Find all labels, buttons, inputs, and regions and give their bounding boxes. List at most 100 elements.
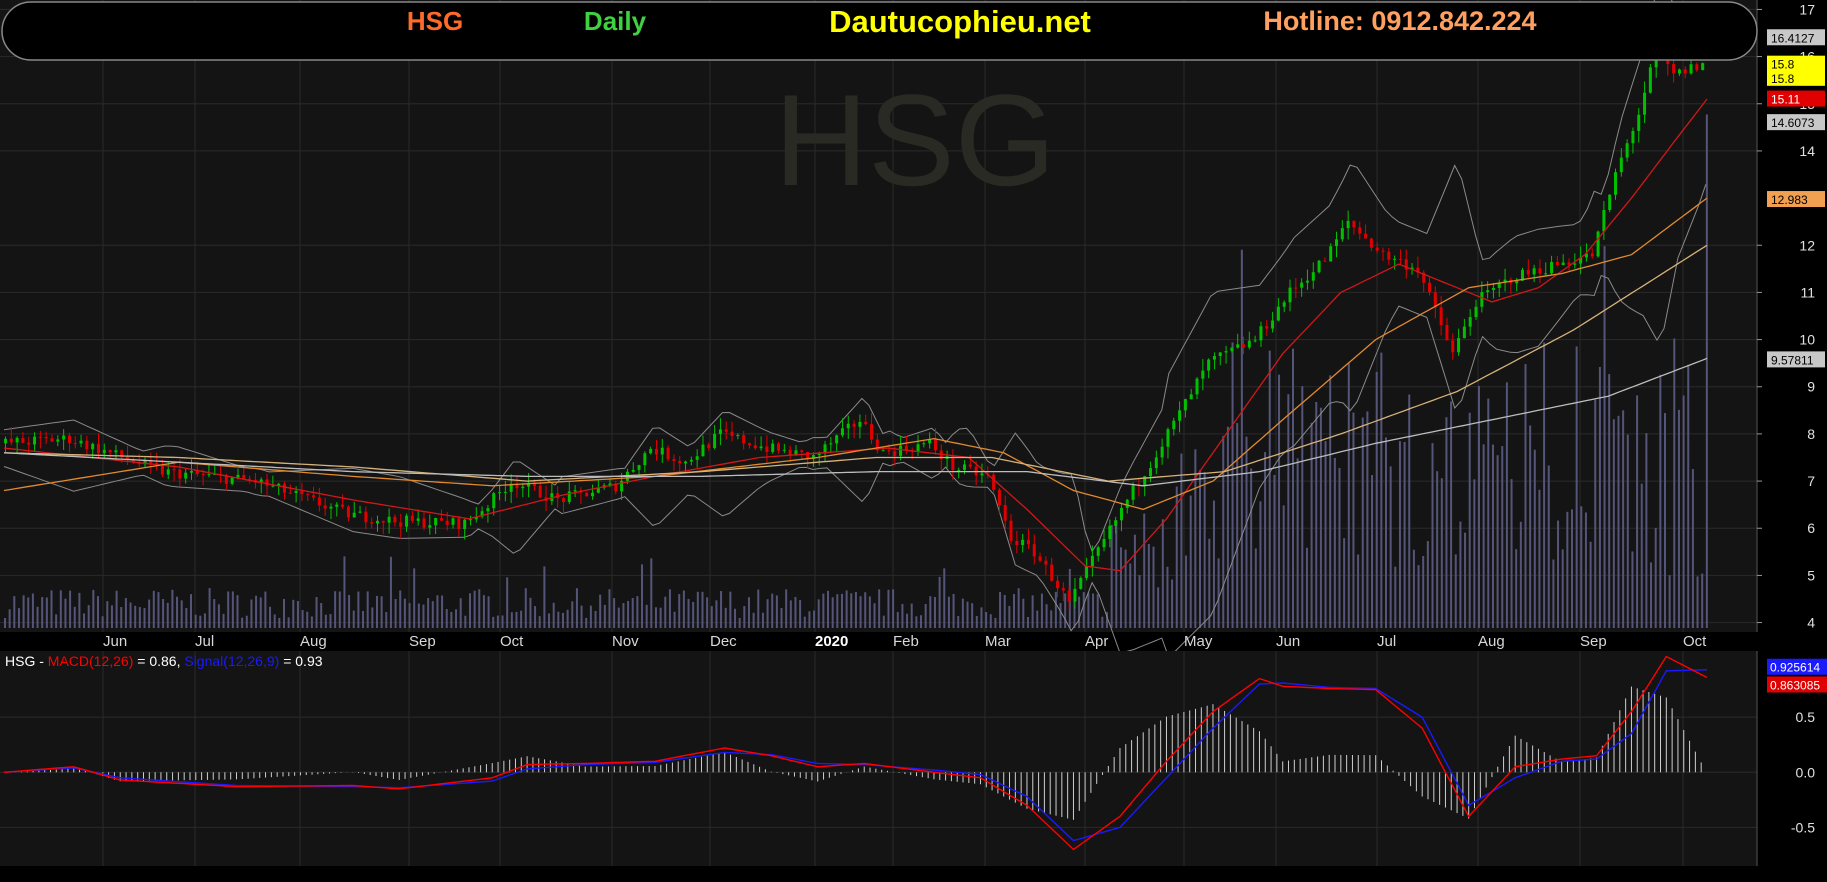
- candle-body: [1201, 370, 1205, 379]
- volume-bar: [1552, 559, 1555, 628]
- candle-body: [1631, 130, 1635, 144]
- volume-bar: [273, 614, 276, 628]
- candle-body: [44, 437, 48, 439]
- volume-bar: [827, 590, 830, 628]
- volume-bar: [534, 606, 537, 628]
- x-axis-label: Sep: [409, 633, 436, 650]
- candle-body: [195, 470, 199, 475]
- volume-bar: [83, 613, 86, 628]
- candle-body: [370, 522, 374, 524]
- volume-bar: [747, 597, 750, 628]
- volume-bar: [552, 602, 555, 628]
- volume-bar: [548, 613, 551, 628]
- candle-body: [806, 451, 810, 459]
- volume-bar: [817, 599, 820, 628]
- candle-body: [765, 446, 769, 452]
- candle-body: [172, 469, 176, 471]
- volume-bar: [975, 616, 978, 628]
- volume-bar: [264, 591, 267, 628]
- stock-chart: HSG4567891011121415161716.412715.815.815…: [0, 0, 1827, 882]
- volume-bar: [808, 611, 811, 628]
- volume-bar: [840, 593, 843, 628]
- candle-body: [451, 518, 455, 525]
- volume-bar: [1347, 363, 1350, 628]
- volume-bar: [348, 595, 351, 628]
- volume-bar: [1482, 444, 1485, 628]
- price-tick-label: 14: [1799, 143, 1815, 159]
- volume-bar: [1361, 417, 1364, 628]
- x-axis-label: 2020: [815, 633, 848, 650]
- candle-body: [1218, 352, 1222, 357]
- candle-body: [236, 474, 240, 478]
- candle-body: [585, 492, 589, 497]
- volume-bar: [1394, 566, 1397, 628]
- volume-bar: [357, 591, 360, 628]
- candle-body: [323, 505, 327, 509]
- volume-bar: [1603, 246, 1606, 628]
- candle-body: [434, 518, 438, 526]
- candle-body: [166, 469, 170, 475]
- volume-bar: [854, 592, 857, 628]
- volume-bar: [1654, 527, 1657, 628]
- volume-bar: [999, 591, 1002, 628]
- macd-legend-part: = 0.86,: [133, 653, 184, 669]
- volume-bar: [608, 589, 611, 628]
- candle-body: [1683, 69, 1687, 74]
- volume-bar: [720, 591, 723, 628]
- volume-bar: [1459, 521, 1462, 628]
- volume-bar: [743, 606, 746, 628]
- volume-bar: [947, 596, 950, 628]
- volume-bar: [1087, 592, 1090, 628]
- candle-body: [759, 446, 763, 449]
- candle-body: [672, 459, 676, 461]
- candle-body: [724, 429, 728, 432]
- volume-bar: [352, 610, 355, 628]
- candle-body: [1131, 485, 1135, 500]
- volume-bar: [199, 615, 202, 628]
- candle-body: [114, 450, 118, 453]
- volume-bar: [217, 604, 220, 628]
- volume-bar: [1547, 465, 1550, 628]
- volume-bar: [794, 596, 797, 628]
- volume-bar: [115, 590, 118, 628]
- volume-bar: [789, 600, 792, 628]
- price-marker-label: 15.8: [1771, 58, 1795, 72]
- volume-bar: [510, 612, 513, 628]
- candle-body: [1468, 317, 1472, 327]
- volume-bar: [431, 601, 434, 628]
- volume-bar: [803, 616, 806, 628]
- volume-bar: [1617, 415, 1620, 628]
- volume-bar: [1496, 455, 1499, 628]
- volume-bar: [394, 599, 397, 628]
- volume-bar: [1687, 364, 1690, 628]
- macd-legend-part: Signal(12,26,9): [184, 653, 279, 669]
- volume-bar: [1059, 603, 1062, 628]
- volume-bar: [906, 613, 909, 628]
- volume-bar: [1682, 395, 1685, 628]
- volume-bar: [1254, 548, 1257, 628]
- volume-bar: [1659, 374, 1662, 628]
- candle-body: [666, 447, 670, 460]
- candle-body: [852, 423, 856, 427]
- candle-body: [1003, 505, 1007, 521]
- volume-bar: [22, 595, 25, 628]
- volume-bar: [1524, 364, 1527, 628]
- volume-bar: [1161, 519, 1164, 628]
- candle-body: [1265, 326, 1269, 329]
- volume-bar: [1519, 521, 1522, 628]
- volume-bar: [255, 595, 258, 628]
- volume-bar: [245, 615, 248, 628]
- volume-bar: [631, 598, 634, 628]
- volume-bar: [482, 595, 485, 628]
- candle-body: [1526, 269, 1530, 275]
- volume-bar: [343, 556, 346, 628]
- candle-body: [591, 492, 595, 497]
- volume-bar: [1022, 598, 1025, 628]
- candle-body: [1073, 588, 1077, 602]
- volume-bar: [250, 599, 253, 628]
- candle-body: [707, 444, 711, 448]
- volume-bar: [1440, 478, 1443, 628]
- volume-bar: [873, 603, 876, 628]
- candle-body: [1079, 577, 1083, 589]
- volume-bar: [138, 607, 141, 628]
